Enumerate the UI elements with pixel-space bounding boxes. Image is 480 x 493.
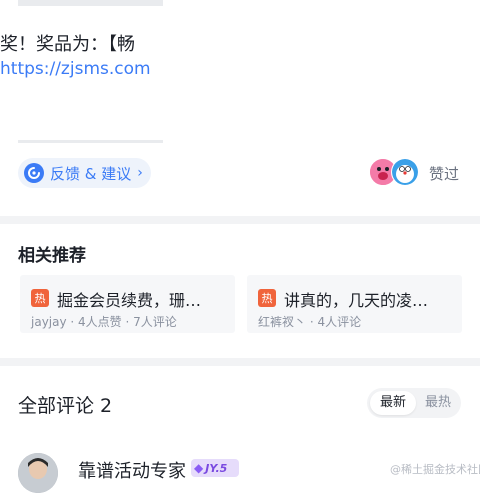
chevron-right-icon: ›: [137, 165, 143, 181]
diamond-icon: ◆: [194, 461, 204, 475]
hot-badge: 热: [31, 289, 49, 307]
section-divider: [0, 358, 480, 366]
snippet-card-bottom-edge: [18, 140, 163, 143]
related-card[interactable]: 热 讲真的，几天的凌… 红裤衩丶 · 4人评论: [247, 275, 462, 333]
feedback-icon: [24, 163, 44, 183]
related-card[interactable]: 热 掘金会员续费，珊… jayjay · 4人点赞 · 7人评论: [20, 275, 235, 333]
feedback-label: 反馈 & 建议: [50, 164, 132, 183]
comment-sort-toggle: 最新 最热: [367, 388, 461, 418]
watermark: @稀土掘金技术社区: [390, 463, 480, 476]
related-card-title: 讲真的，几天的凌…: [284, 291, 429, 310]
level-badge: ◆ JY.5: [191, 459, 239, 477]
hot-badge: 热: [258, 289, 276, 307]
liked-label: 赞过: [429, 165, 460, 183]
snippet-card-top-edge: [18, 0, 163, 6]
avatar[interactable]: [18, 453, 58, 493]
feedback-button[interactable]: 反馈 & 建议 ›: [18, 158, 151, 188]
section-divider: [0, 216, 480, 224]
sort-newest-option[interactable]: 最新: [370, 391, 416, 415]
snippet-link[interactable]: https://zjsms.com: [0, 59, 163, 85]
related-title: 相关推荐: [18, 246, 86, 266]
related-card-title: 掘金会员续费，珊…: [57, 291, 202, 310]
comments-title: 全部评论 2: [18, 395, 113, 417]
avatar[interactable]: [391, 158, 419, 186]
related-card-meta: jayjay · 4人点赞 · 7人评论: [31, 315, 177, 329]
related-card-meta: 红裤衩丶 · 4人评论: [258, 315, 362, 329]
sort-hottest-option[interactable]: 最热: [416, 391, 460, 415]
level-label: JY.5: [205, 461, 228, 475]
comment-username[interactable]: 靠谱活动专家: [78, 457, 186, 483]
